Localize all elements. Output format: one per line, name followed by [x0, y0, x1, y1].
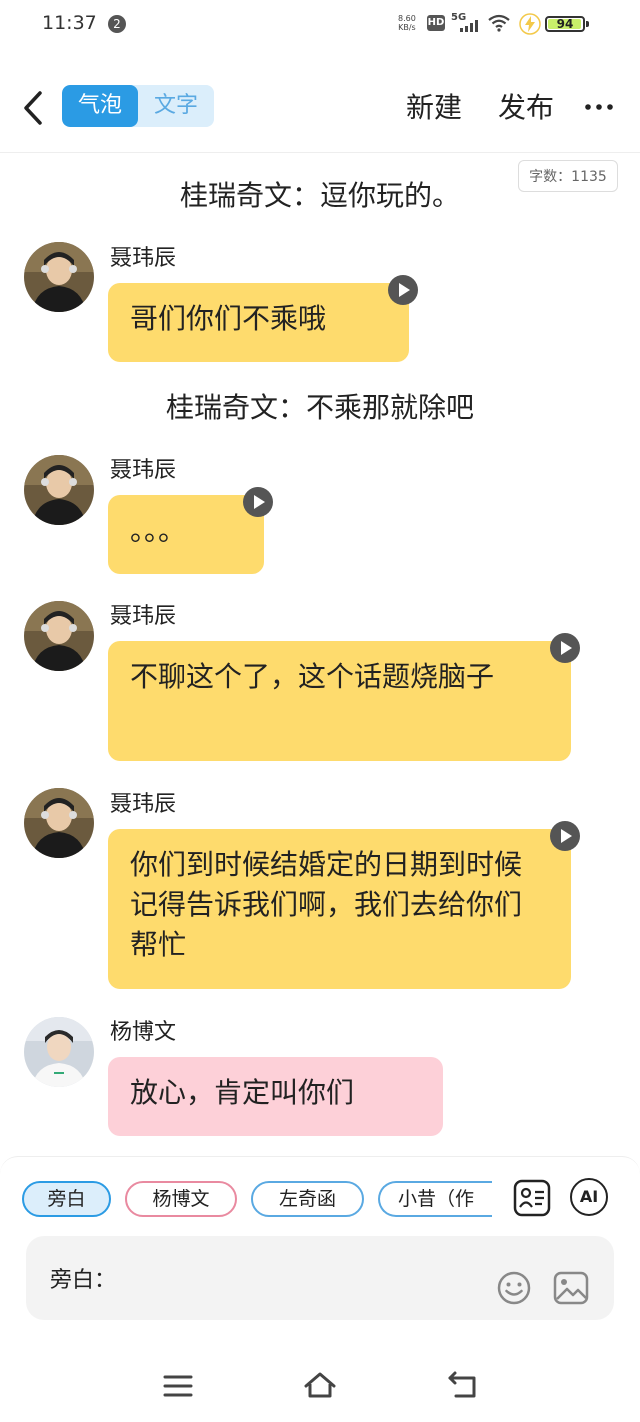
- message-text: 哥们你们不乘哦: [130, 302, 327, 335]
- mode-toggle: 气泡 文字: [62, 85, 214, 127]
- mode-text-tab[interactable]: 文字: [138, 85, 214, 127]
- status-bar: 11:37 2 8.60 KB/s HD 5G 94: [0, 0, 640, 48]
- new-button[interactable]: 新建: [406, 86, 462, 126]
- avatar[interactable]: [24, 455, 94, 525]
- emoji-icon[interactable]: [496, 1270, 532, 1306]
- message-bubble[interactable]: 。。。: [108, 495, 264, 574]
- notification-badge: 2: [108, 15, 126, 33]
- narration-line: 桂瑞奇文：逗你玩的。: [179, 179, 460, 212]
- system-nav-bar: [0, 1350, 640, 1422]
- avatar[interactable]: [24, 1017, 94, 1087]
- speaker-name: 聂玮辰: [110, 246, 177, 271]
- message-bubble[interactable]: 放心，肯定叫你们: [108, 1057, 443, 1136]
- role-chip-narrator[interactable]: 旁白: [22, 1181, 111, 1217]
- back-nav-icon[interactable]: [444, 1368, 480, 1404]
- avatar[interactable]: [24, 788, 94, 858]
- speaker-name: 聂玮辰: [110, 792, 177, 817]
- more-icon[interactable]: [582, 90, 616, 124]
- publish-button[interactable]: 发布: [498, 86, 554, 126]
- speaker-name: 聂玮辰: [110, 604, 177, 629]
- message-text: 。。。: [130, 514, 187, 547]
- avatar[interactable]: [24, 601, 94, 671]
- message-bubble[interactable]: 哥们你们不乘哦: [108, 283, 409, 362]
- menu-icon[interactable]: [160, 1368, 196, 1404]
- avatar-image: [24, 1017, 94, 1087]
- network-speed-value: 8.60: [398, 14, 416, 23]
- mode-bubble-tab[interactable]: 气泡: [62, 85, 138, 127]
- message-bubble[interactable]: 你们到时候结婚定的日期到时候记得告诉我们啊，我们去给你们帮忙: [108, 829, 571, 989]
- play-icon[interactable]: [550, 633, 580, 663]
- battery-icon: 94: [545, 16, 585, 32]
- role-chip-xiaoxi[interactable]: 小昔（作: [378, 1181, 492, 1217]
- wifi-icon: [488, 14, 510, 32]
- message-input[interactable]: 旁白：: [26, 1236, 614, 1320]
- narration-line: 桂瑞奇文：不乘那就除吧: [165, 391, 474, 424]
- charging-icon: [519, 13, 541, 35]
- top-bar: 气泡 文字 新建 发布: [0, 60, 640, 153]
- hd-icon: HD: [427, 15, 445, 31]
- battery-level: 94: [556, 17, 574, 31]
- speaker-name: 聂玮辰: [110, 458, 177, 483]
- role-chip-zuo-qihan[interactable]: 左奇函: [251, 1181, 364, 1217]
- message-text: 你们到时候结婚定的日期到时候记得告诉我们啊，我们去给你们帮忙: [130, 848, 523, 961]
- signal-icon: [460, 20, 482, 32]
- message-text: 放心，肯定叫你们: [130, 1076, 355, 1109]
- status-time: 11:37: [42, 12, 97, 34]
- message-bubble[interactable]: 不聊这个了，这个话题烧脑子: [108, 641, 571, 761]
- avatar-image: [24, 788, 94, 858]
- input-role-label: 旁白：: [50, 1268, 117, 1293]
- avatar[interactable]: [24, 242, 94, 312]
- role-chip-yang-bowen[interactable]: 杨博文: [125, 1181, 237, 1217]
- back-icon[interactable]: [18, 90, 48, 126]
- network-speed: 8.60 KB/s: [398, 14, 416, 32]
- speaker-name: 杨博文: [110, 1020, 177, 1045]
- avatar-image: [24, 242, 94, 312]
- message-text: 不聊这个了，这个话题烧脑子: [130, 660, 495, 693]
- image-icon[interactable]: [552, 1270, 590, 1306]
- play-icon[interactable]: [388, 275, 418, 305]
- avatar-image: [24, 455, 94, 525]
- home-icon[interactable]: [302, 1368, 338, 1404]
- ai-button[interactable]: AI: [570, 1178, 608, 1216]
- network-speed-unit: KB/s: [398, 23, 416, 32]
- play-icon[interactable]: [550, 821, 580, 851]
- play-icon[interactable]: [243, 487, 273, 517]
- avatar-image: [24, 601, 94, 671]
- character-card-icon[interactable]: [512, 1178, 552, 1218]
